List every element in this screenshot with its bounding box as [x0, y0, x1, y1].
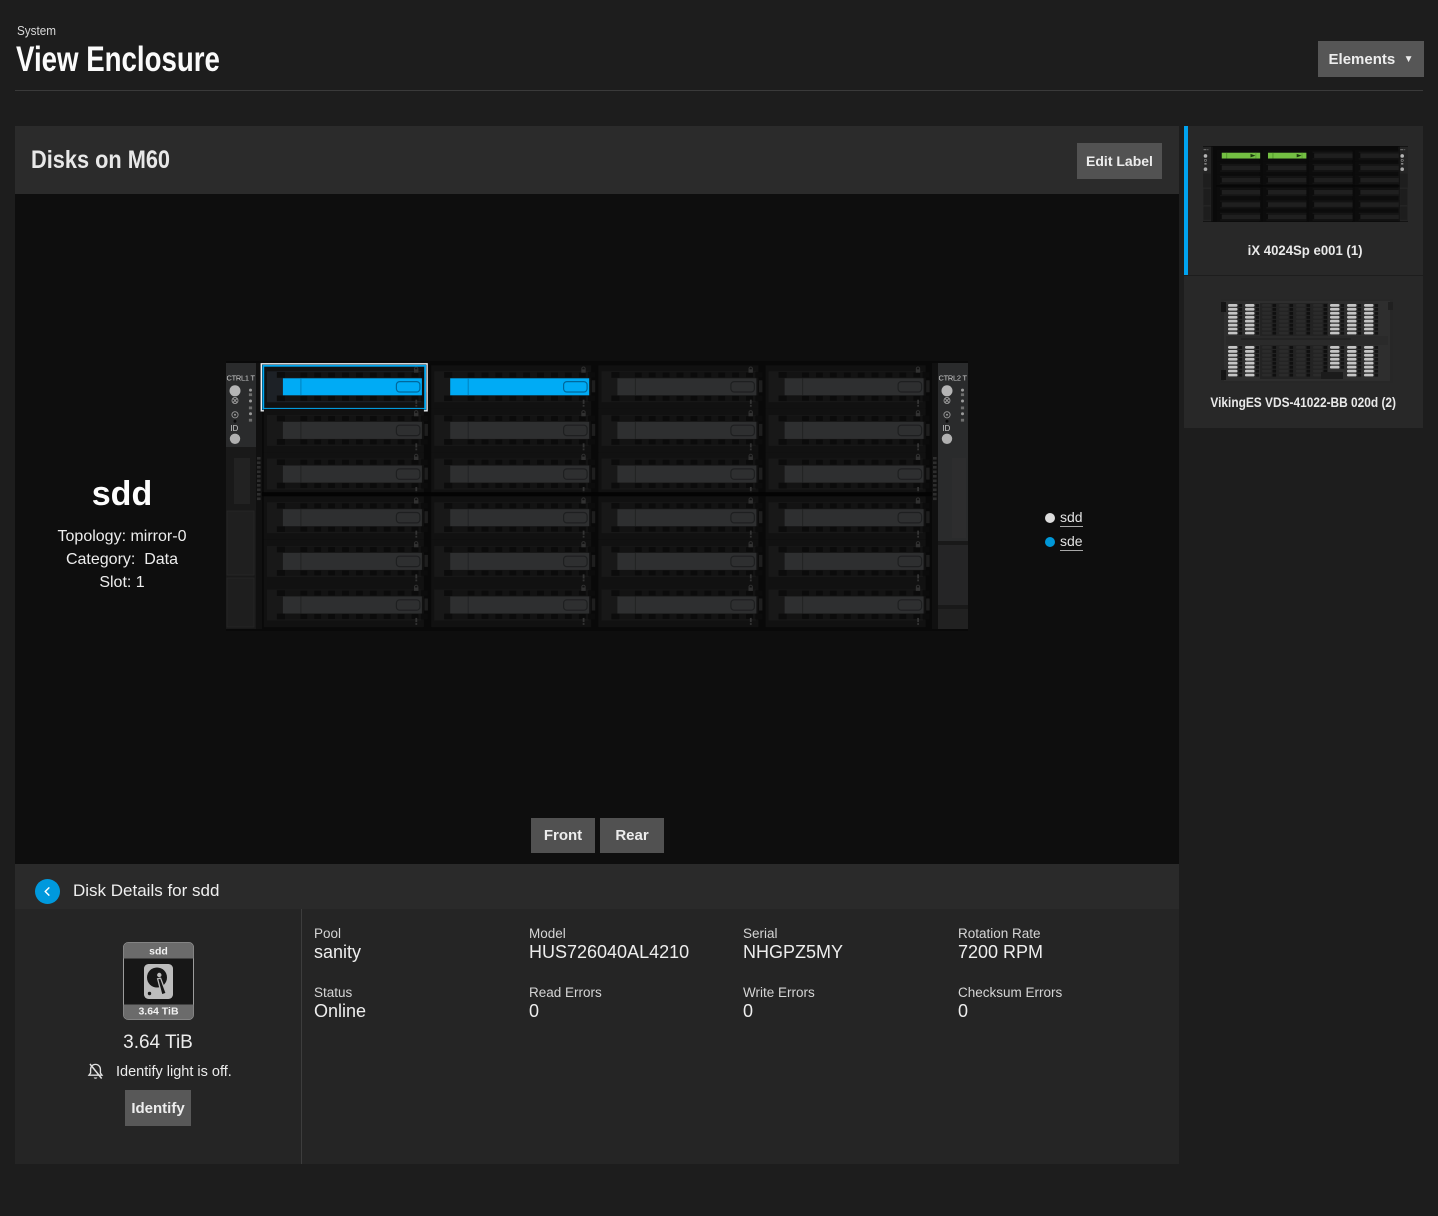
svg-text:3.64 TiB: 3.64 TiB: [138, 1006, 178, 1018]
svg-text:CTRL2 T: CTRL2 T: [939, 374, 968, 383]
svg-text:CTRL1 T: CTRL1 T: [227, 374, 256, 383]
svg-text:ID: ID: [231, 424, 239, 433]
svg-text:sdd: sdd: [149, 946, 168, 958]
svg-text:ID: ID: [943, 424, 951, 433]
